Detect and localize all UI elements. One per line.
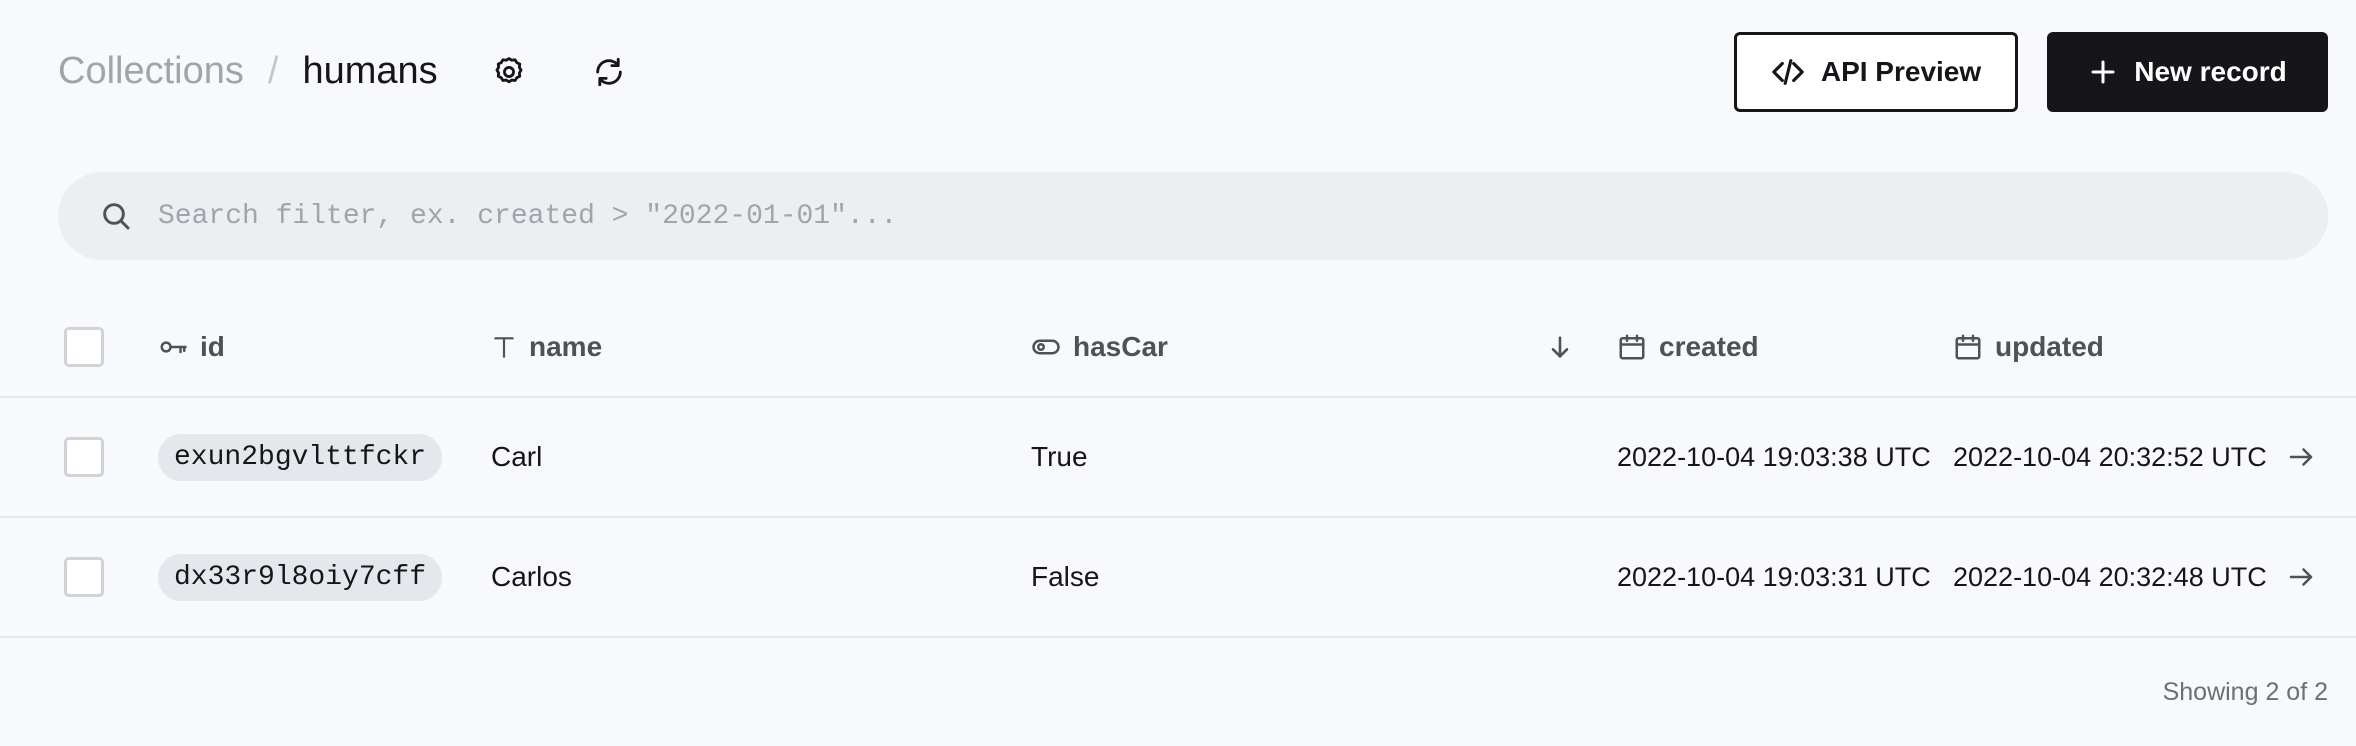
column-header-name[interactable]: name: [491, 298, 602, 396]
record-id[interactable]: dx33r9l8oiy7cff: [158, 553, 443, 601]
open-record-button[interactable]: [2286, 518, 2316, 636]
toggle-icon: [1032, 339, 1060, 355]
table-header-row: id name hasCar created updated: [0, 298, 2356, 398]
name-cell: Carlos: [491, 561, 572, 592]
hascar-cell: False: [1031, 561, 1100, 592]
api-preview-label: API Preview: [1820, 56, 1982, 87]
arrow-right-icon: [2289, 448, 2313, 466]
column-header-hascar-label: hasCar: [1073, 331, 1168, 362]
row-select-cell: [64, 518, 104, 636]
refresh-icon: [596, 57, 622, 87]
column-header-id-label: id: [200, 331, 225, 362]
table-row[interactable]: dx33r9l8oiy7cff Carlos False 2022-10-04 …: [0, 518, 2356, 638]
plus-icon: [2091, 60, 2115, 84]
sort-indicator[interactable]: [1546, 298, 1586, 396]
key-icon: [160, 341, 187, 354]
column-header-updated[interactable]: updated: [1953, 298, 2104, 396]
calendar-icon: [1619, 334, 1645, 360]
breadcrumb-current: humans: [302, 50, 438, 92]
search-bar: [58, 172, 2328, 260]
select-all-checkbox[interactable]: [64, 327, 104, 367]
refresh-button[interactable]: [581, 44, 637, 100]
row-checkbox[interactable]: [64, 557, 104, 597]
id-cell: exun2bgvlttfckr: [158, 398, 443, 516]
arrow-right-icon: [2289, 568, 2313, 586]
record-id[interactable]: exun2bgvlttfckr: [158, 433, 443, 481]
breadcrumb-separator: /: [267, 50, 279, 92]
breadcrumb-collections[interactable]: Collections: [58, 46, 244, 96]
code-icon: [1772, 59, 1804, 85]
search-input[interactable]: [158, 186, 2328, 246]
column-header-hascar[interactable]: hasCar: [1031, 298, 1168, 396]
arrow-down-icon: [1551, 336, 1569, 358]
search-icon: [103, 203, 130, 230]
new-record-button[interactable]: New record: [2047, 32, 2328, 112]
records-table: id name hasCar created updated exun2bgvl…: [0, 298, 2356, 638]
calendar-icon: [1955, 334, 1981, 360]
row-select-cell: [64, 398, 104, 516]
id-cell: dx33r9l8oiy7cff: [158, 518, 443, 636]
settings-button[interactable]: [481, 44, 537, 100]
column-header-name-label: name: [529, 331, 603, 362]
page-header: Collections / humans API Preview New rec…: [0, 0, 2356, 146]
table-row[interactable]: exun2bgvlttfckr Carl True 2022-10-04 19:…: [0, 398, 2356, 518]
search-icon-wrap: [88, 188, 144, 244]
gear-icon: [495, 57, 523, 84]
select-all-cell: [64, 298, 104, 396]
column-header-updated-label: updated: [1995, 331, 2104, 362]
new-record-label: New record: [2134, 56, 2287, 87]
breadcrumb: Collections / humans: [58, 46, 438, 96]
text-icon: [494, 337, 514, 358]
created-cell: 2022-10-04 19:03:38 UTC: [1617, 441, 1931, 472]
column-header-id[interactable]: id: [158, 298, 225, 396]
updated-cell: 2022-10-04 20:32:48 UTC: [1953, 561, 2267, 592]
api-preview-button[interactable]: API Preview: [1734, 32, 2018, 112]
row-checkbox[interactable]: [64, 437, 104, 477]
column-header-created-label: created: [1659, 331, 1759, 362]
column-header-created[interactable]: created: [1617, 298, 1759, 396]
records-count: Showing 2 of 2: [2162, 678, 2328, 706]
hascar-cell: True: [1031, 441, 1088, 472]
created-cell: 2022-10-04 19:03:31 UTC: [1617, 561, 1931, 592]
open-record-button[interactable]: [2286, 398, 2316, 516]
updated-cell: 2022-10-04 20:32:52 UTC: [1953, 441, 2267, 472]
name-cell: Carl: [491, 441, 543, 472]
